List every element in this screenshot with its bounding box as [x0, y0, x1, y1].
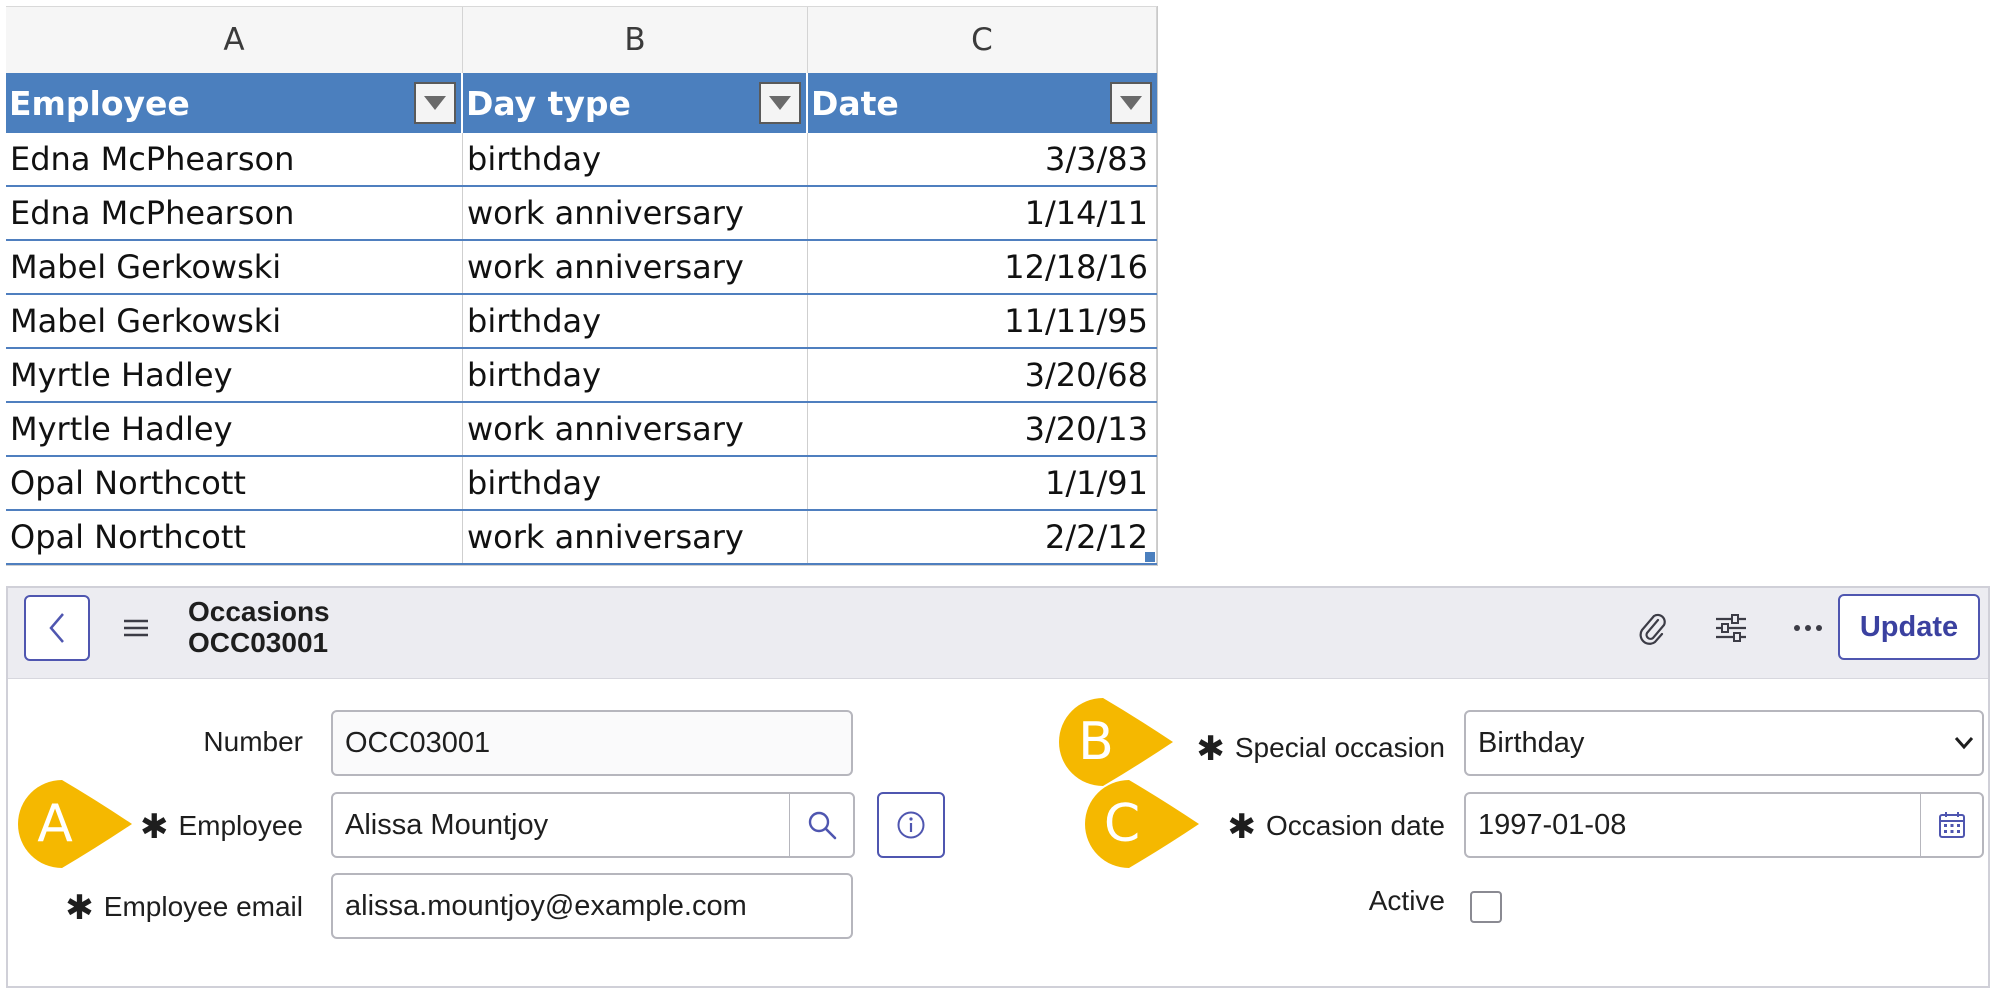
table-cell[interactable]: Edna McPhearson — [6, 133, 463, 185]
chevron-down-icon — [1954, 737, 1974, 750]
required-marker: ✱ — [139, 808, 169, 846]
table-cell[interactable]: work anniversary — [463, 403, 808, 455]
date-picker-button[interactable] — [1920, 792, 1984, 858]
special-occasion-label: ✱ Special occasion — [1196, 726, 1445, 768]
table-cell[interactable]: birthday — [463, 133, 808, 185]
table-cell[interactable]: 3/20/68 — [808, 349, 1157, 401]
occasion-date-label-text: Occasion date — [1266, 810, 1445, 841]
table-cell[interactable]: Opal Northcott — [6, 511, 463, 563]
filter-dropdown-button[interactable] — [759, 82, 801, 124]
table-cell[interactable]: Mabel Gerkowski — [6, 295, 463, 347]
required-marker: ✱ — [1227, 808, 1257, 846]
required-marker: ✱ — [65, 889, 94, 927]
header-label: Day type — [466, 83, 631, 123]
dropdown-arrow-icon — [424, 96, 446, 110]
form-header: Occasions OCC03001 Update — [8, 588, 1988, 679]
table-cell[interactable]: work anniversary — [463, 187, 808, 239]
table-cell[interactable]: 3/20/13 — [808, 403, 1157, 455]
column-letter-c[interactable]: C — [808, 7, 1157, 73]
header-label: Employee — [9, 83, 190, 123]
chevron-left-icon — [49, 613, 64, 643]
calendar-icon — [1938, 812, 1965, 838]
dropdown-arrow-icon — [1120, 96, 1142, 110]
active-label: Active — [1368, 885, 1445, 916]
employee-label: ✱ Employee — [139, 804, 303, 846]
table-cell[interactable]: 1/14/11 — [808, 187, 1157, 239]
table-row: Myrtle Hadley birthday 3/20/68 — [6, 349, 1157, 403]
employee-email-label: ✱ Employee email — [65, 885, 303, 927]
dropdown-arrow-icon — [769, 96, 791, 110]
column-letter-a[interactable]: A — [6, 7, 463, 73]
employee-info-button[interactable] — [877, 792, 945, 858]
table-row: Mabel Gerkowski birthday 11/11/95 — [6, 295, 1157, 349]
filter-dropdown-button[interactable] — [1110, 82, 1152, 124]
special-occasion-label-text: Special occasion — [1234, 732, 1445, 763]
callout-letter: B — [1078, 712, 1114, 772]
employee-label-text: Employee — [178, 810, 303, 841]
table-cell[interactable]: 12/18/16 — [808, 241, 1157, 293]
sheet-cutoff-divider — [6, 565, 1157, 574]
employee-field[interactable]: Alissa Mountjoy — [331, 792, 791, 858]
number-label: Number — [203, 726, 303, 757]
spreadsheet: A B C Employee Day type Date Edna McPhea… — [6, 6, 1158, 566]
table-resize-handle[interactable] — [1145, 552, 1155, 562]
required-marker: ✱ — [1196, 730, 1225, 768]
column-letter-b[interactable]: B — [463, 7, 808, 73]
table-row: Opal Northcott work anniversary 2/2/12 — [6, 511, 1157, 565]
back-button[interactable] — [24, 595, 90, 661]
table-cell[interactable]: birthday — [463, 457, 808, 509]
occasion-record-form: Occasions OCC03001 Update Number OCC0300… — [6, 586, 1990, 988]
table-cell[interactable]: Mabel Gerkowski — [6, 241, 463, 293]
table-cell[interactable]: work anniversary — [463, 241, 808, 293]
table-cell[interactable]: Edna McPhearson — [6, 187, 463, 239]
table-cell[interactable]: 1/1/91 — [808, 457, 1157, 509]
column-letter-row: A B C — [6, 6, 1157, 74]
hamburger-menu-icon[interactable] — [121, 616, 151, 640]
callout-b: B — [1057, 696, 1173, 788]
record-title: Occasions OCC03001 — [188, 596, 330, 658]
table-cell[interactable]: 11/11/95 — [808, 295, 1157, 347]
number-field[interactable]: OCC03001 — [331, 710, 853, 776]
selected-value: Birthday — [1478, 726, 1585, 759]
record-number: OCC03001 — [188, 627, 329, 658]
filter-dropdown-button[interactable] — [414, 82, 456, 124]
active-checkbox[interactable] — [1470, 891, 1502, 923]
table-cell[interactable]: 2/2/12 — [808, 511, 1157, 563]
header-cell-employee[interactable]: Employee — [6, 73, 463, 133]
employee-email-label-text: Employee email — [103, 891, 303, 922]
table-row: Edna McPhearson work anniversary 1/14/11 — [6, 187, 1157, 241]
callout-c: C — [1083, 778, 1199, 870]
table-cell[interactable]: 3/3/83 — [808, 133, 1157, 185]
header-cell-date[interactable]: Date — [808, 73, 1157, 133]
callout-letter: A — [37, 794, 73, 854]
occasion-date-field[interactable]: 1997-01-08 — [1464, 792, 1922, 858]
table-row: Edna McPhearson birthday 3/3/83 — [6, 133, 1157, 187]
table-row: Opal Northcott birthday 1/1/91 — [6, 457, 1157, 511]
header-cell-day-type[interactable]: Day type — [463, 73, 808, 133]
table-cell[interactable]: Myrtle Hadley — [6, 403, 463, 455]
search-icon — [808, 811, 836, 840]
table-name: Occasions — [188, 596, 330, 627]
info-icon — [897, 811, 925, 839]
employee-email-field[interactable]: alissa.mountjoy@example.com — [331, 873, 853, 939]
header-label: Date — [811, 83, 899, 123]
table-cell[interactable]: birthday — [463, 295, 808, 347]
callout-a: A — [16, 778, 132, 870]
update-button[interactable]: Update — [1838, 594, 1980, 660]
table-cell[interactable]: work anniversary — [463, 511, 808, 563]
table-cell[interactable]: Opal Northcott — [6, 457, 463, 509]
occasion-date-label: ✱ Occasion date — [1227, 804, 1446, 846]
table-header-row: Employee Day type Date — [6, 73, 1157, 133]
callout-letter: C — [1103, 794, 1141, 854]
table-row: Myrtle Hadley work anniversary 3/20/13 — [6, 403, 1157, 457]
paperclip-icon[interactable] — [1632, 608, 1672, 648]
table-cell[interactable]: Myrtle Hadley — [6, 349, 463, 401]
table-row: Mabel Gerkowski work anniversary 12/18/1… — [6, 241, 1157, 295]
special-occasion-select[interactable]: Birthday — [1464, 710, 1984, 776]
settings-sliders-icon[interactable] — [1711, 608, 1751, 648]
table-body: Edna McPhearson birthday 3/3/83 Edna McP… — [6, 133, 1157, 565]
table-cell[interactable]: birthday — [463, 349, 808, 401]
employee-lookup-button[interactable] — [789, 792, 855, 858]
more-options-icon[interactable] — [1788, 608, 1828, 648]
